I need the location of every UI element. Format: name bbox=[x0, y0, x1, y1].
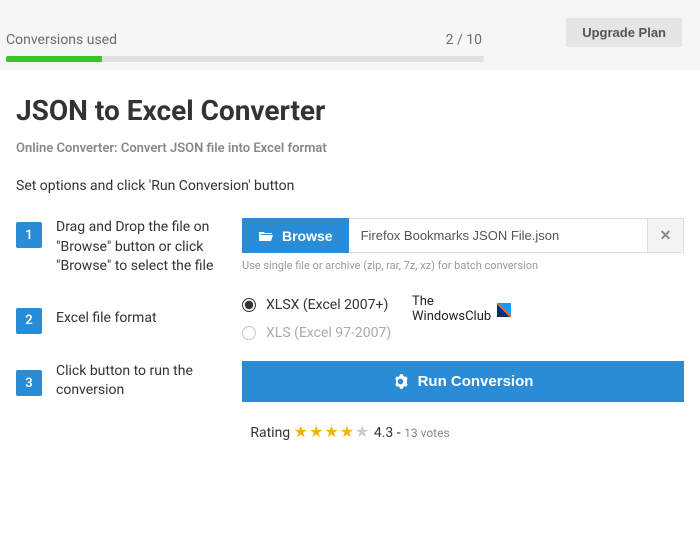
clear-file-button[interactable]: ✕ bbox=[648, 218, 684, 253]
usage-progress-bar bbox=[6, 56, 484, 62]
page-title: JSON to Excel Converter bbox=[16, 94, 684, 127]
upgrade-plan-button[interactable]: Upgrade Plan bbox=[566, 18, 682, 47]
radio-xlsx[interactable] bbox=[242, 298, 256, 312]
step-2-badge: 2 bbox=[16, 308, 42, 334]
format-option-xls[interactable]: XLS (Excel 97-2007) bbox=[242, 325, 684, 341]
star-icon[interactable]: ★ bbox=[309, 422, 324, 441]
gear-icon bbox=[393, 374, 408, 389]
format-xls-label: XLS (Excel 97-2007) bbox=[266, 325, 391, 341]
step-3-badge: 3 bbox=[16, 370, 42, 396]
file-name-input[interactable] bbox=[349, 218, 648, 253]
usage-progress-fill bbox=[6, 56, 102, 62]
star-icon[interactable]: ★ bbox=[355, 422, 370, 441]
close-icon: ✕ bbox=[660, 227, 672, 244]
rating-row: Rating ★★★★★ 4.3 - 13 votes bbox=[16, 422, 684, 441]
page-subtitle: Online Converter: Convert JSON file into… bbox=[16, 141, 684, 156]
run-label: Run Conversion bbox=[418, 373, 534, 390]
rating-value: 4.3 bbox=[374, 425, 393, 441]
windows-flag-icon bbox=[497, 303, 511, 317]
usage-label: Conversions used bbox=[6, 32, 117, 48]
upload-hint: Use single file or archive (zip, rar, 7z… bbox=[242, 259, 684, 272]
rating-label: Rating bbox=[250, 425, 290, 441]
star-icon[interactable]: ★ bbox=[340, 422, 355, 441]
usage-count: 2 / 10 bbox=[446, 32, 482, 48]
rating-votes: 13 votes bbox=[404, 426, 450, 440]
folder-open-icon bbox=[258, 230, 274, 242]
step-1-badge: 1 bbox=[16, 222, 42, 248]
format-xlsx-label: XLSX (Excel 2007+) bbox=[266, 297, 388, 313]
instruction-text: Set options and click 'Run Conversion' b… bbox=[16, 178, 684, 194]
star-icon[interactable]: ★ bbox=[294, 422, 309, 441]
step-2-text: Excel file format bbox=[42, 309, 242, 329]
step-3-text: Click button to run the conversion bbox=[42, 362, 242, 401]
radio-xls[interactable] bbox=[242, 326, 256, 340]
run-conversion-button[interactable]: Run Conversion bbox=[242, 361, 684, 402]
watermark-line2: WindowsClub bbox=[412, 310, 491, 325]
browse-button[interactable]: Browse bbox=[242, 218, 349, 253]
star-icon[interactable]: ★ bbox=[324, 422, 339, 441]
browse-label: Browse bbox=[282, 228, 333, 244]
watermark-line1: The bbox=[412, 295, 491, 310]
step-1-text: Drag and Drop the file on "Browse" butto… bbox=[42, 218, 242, 277]
watermark: The WindowsClub bbox=[412, 295, 511, 325]
